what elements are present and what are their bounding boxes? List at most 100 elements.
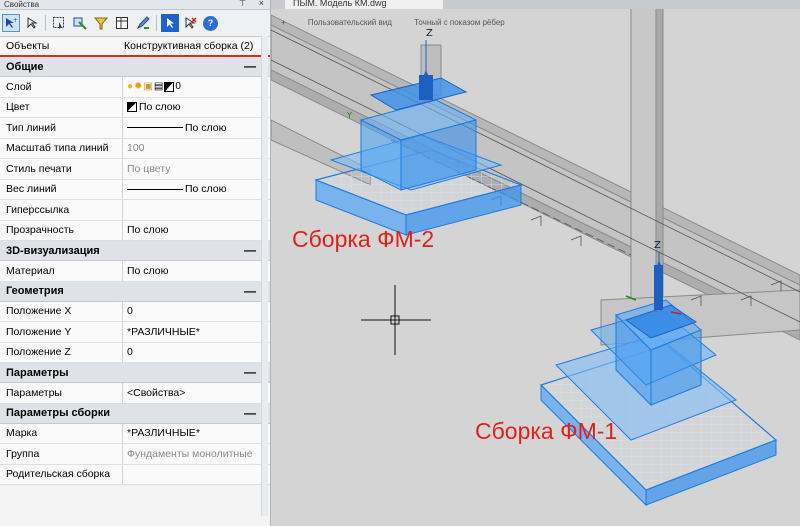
property-label: Гиперссылка <box>0 200 123 220</box>
help-icon[interactable]: ? <box>203 15 218 31</box>
property-label: Марка <box>0 423 123 443</box>
select-objects-icon[interactable] <box>23 14 41 32</box>
property-row-hyperlink[interactable]: Гиперссылка <box>0 200 270 221</box>
svg-text:+: + <box>13 17 18 24</box>
position-y-value[interactable]: *РАЗЛИЧНЫЕ* <box>123 322 270 342</box>
transparency-value[interactable]: По слою <box>123 221 270 241</box>
visual-style[interactable]: Точный с показом рёбер <box>414 18 505 27</box>
pin-icon[interactable]: ⊤ <box>239 0 246 8</box>
property-row-position-z[interactable]: Положение Z 0 <box>0 342 270 363</box>
lightbulb-icon: ● <box>127 81 134 93</box>
property-row-material[interactable]: Материал По слою <box>0 261 270 282</box>
property-row-color[interactable]: Цвет По слою <box>0 97 270 118</box>
position-z-value[interactable]: 0 <box>123 343 270 363</box>
property-row-ltscale[interactable]: Масштаб типа линий 100 <box>0 138 270 159</box>
section-geometry[interactable]: Геометрия — <box>0 281 270 302</box>
property-row-position-x[interactable]: Положение X 0 <box>0 301 270 322</box>
sun-icon: ✹ <box>134 81 143 93</box>
property-row-position-y[interactable]: Положение Y *РАЗЛИЧНЫЕ* <box>0 322 270 343</box>
label-assembly-fm2: Сборка ФМ-2 <box>292 226 435 252</box>
color-swatch-icon <box>164 81 175 92</box>
table-icon[interactable] <box>113 14 131 32</box>
close-icon[interactable]: × <box>259 0 264 8</box>
parameters-value[interactable]: <Свойства> <box>123 383 270 403</box>
objects-label: Объекты <box>6 40 50 52</box>
collapse-icon[interactable]: — <box>244 59 256 73</box>
pick-add-icon[interactable] <box>161 14 179 32</box>
property-label: Группа <box>0 444 123 464</box>
deselect-icon[interactable] <box>182 14 200 32</box>
property-label: Положение Z <box>0 342 123 362</box>
file-tab[interactable]: ПЫМ. Модель КМ.dwg <box>285 0 443 9</box>
section-3d-visualization[interactable]: 3D-визуализация — <box>0 241 270 261</box>
model-scene[interactable]: Z Y Z <box>271 0 800 526</box>
plotstyle-value: По цвету <box>127 162 171 175</box>
section-title: 3D-визуализация <box>6 244 100 257</box>
property-row-parent-assembly[interactable]: Родительская сборка <box>0 464 270 485</box>
property-label: Положение Y <box>0 322 123 342</box>
property-row-lineweight[interactable]: Вес линий По слою <box>0 179 270 200</box>
viewport-controls: + Пользовательский вид Точный с показом … <box>281 18 525 27</box>
axis-z-label-fm2: Z <box>426 28 433 39</box>
collapse-icon[interactable]: — <box>244 243 256 257</box>
property-label: Цвет <box>0 97 123 117</box>
printer-icon: ▤ <box>153 81 164 93</box>
crosshair-cursor <box>361 285 431 355</box>
section-title: Параметры <box>6 366 69 379</box>
collapse-icon[interactable]: — <box>244 284 256 298</box>
objects-dropdown[interactable]: Конструктивная сборка (2) <box>124 40 270 52</box>
lineweight-value[interactable]: По слою <box>185 183 227 195</box>
panel-title-bar: Свойства ⊤ × <box>0 0 270 10</box>
collapse-icon[interactable]: — <box>244 365 256 379</box>
group-filter-icon[interactable] <box>92 14 110 32</box>
property-label: Тип линий <box>0 118 123 138</box>
document-tab-bar: ПЫМ. Модель КМ.dwg <box>271 0 800 9</box>
property-row-parameters[interactable]: Параметры <Свойства> <box>0 383 270 404</box>
property-label: Прозрачность <box>0 220 123 240</box>
color-value[interactable]: По слою <box>139 101 181 113</box>
quick-select-icon[interactable]: + <box>2 14 20 32</box>
label-assembly-fm1: Сборка ФМ-1 <box>475 418 618 444</box>
section-title: Общие <box>6 60 44 73</box>
position-x-value[interactable]: 0 <box>123 302 270 322</box>
property-label: Масштаб типа линий <box>0 138 123 158</box>
property-row-group[interactable]: Группа Фундаменты монолитные <box>0 444 270 465</box>
panel-scrollbar[interactable] <box>261 36 268 516</box>
line-sample <box>127 127 183 129</box>
section-assembly-parameters[interactable]: Параметры сборки — <box>0 403 270 424</box>
section-general[interactable]: Общие — <box>0 57 270 77</box>
material-value[interactable]: По слою <box>123 261 270 281</box>
property-label: Родительская сборка <box>0 464 123 484</box>
ltscale-value[interactable]: 100 <box>123 139 270 159</box>
property-row-layer[interactable]: Слой ● ✹ ▣ ▤ 0 <box>0 77 270 98</box>
objects-selector[interactable]: Объекты Конструктивная сборка (2) <box>0 37 270 57</box>
properties-toolbar: + ? <box>0 10 270 37</box>
window-select-icon[interactable] <box>50 14 68 32</box>
section-parameters[interactable]: Параметры — <box>0 363 270 383</box>
hyperlink-value[interactable] <box>123 200 270 220</box>
property-row-mark[interactable]: Марка *РАЗЛИЧНЫЕ* <box>0 423 270 444</box>
collapse-icon[interactable]: — <box>244 406 256 420</box>
viewport-plus[interactable]: + <box>281 18 286 27</box>
parent-assembly-value[interactable] <box>123 465 270 485</box>
model-viewport[interactable]: Z Y Z ПЫМ. Модель КМ.dwg + Пользовательс… <box>271 0 800 526</box>
property-row-linetype[interactable]: Тип линий По слою <box>0 118 270 139</box>
property-label: Материал <box>0 261 123 281</box>
panel-title: Свойства <box>4 0 40 9</box>
property-label: Слой <box>0 77 123 97</box>
axis-z-label-fm1: Z <box>654 240 661 251</box>
property-row-transparency[interactable]: Прозрачность По слою <box>0 220 270 241</box>
property-row-plotstyle[interactable]: Стиль печати По цвету <box>0 159 270 180</box>
toolbar-separator <box>45 15 46 31</box>
lock-icon: ▣ <box>143 81 153 93</box>
filter-select-icon[interactable] <box>71 14 89 32</box>
toolbar-separator <box>156 15 157 31</box>
layer-value[interactable]: ● ✹ ▣ ▤ 0 <box>123 77 270 97</box>
linetype-value[interactable]: По слою <box>185 122 227 134</box>
edit-icon[interactable] <box>134 14 152 32</box>
group-value[interactable]: Фундаменты монолитные <box>123 444 270 464</box>
mark-value[interactable]: *РАЗЛИЧНЫЕ* <box>123 424 270 444</box>
view-name[interactable]: Пользовательский вид <box>308 18 392 27</box>
line-sample <box>127 188 183 190</box>
section-title: Параметры сборки <box>6 407 111 419</box>
